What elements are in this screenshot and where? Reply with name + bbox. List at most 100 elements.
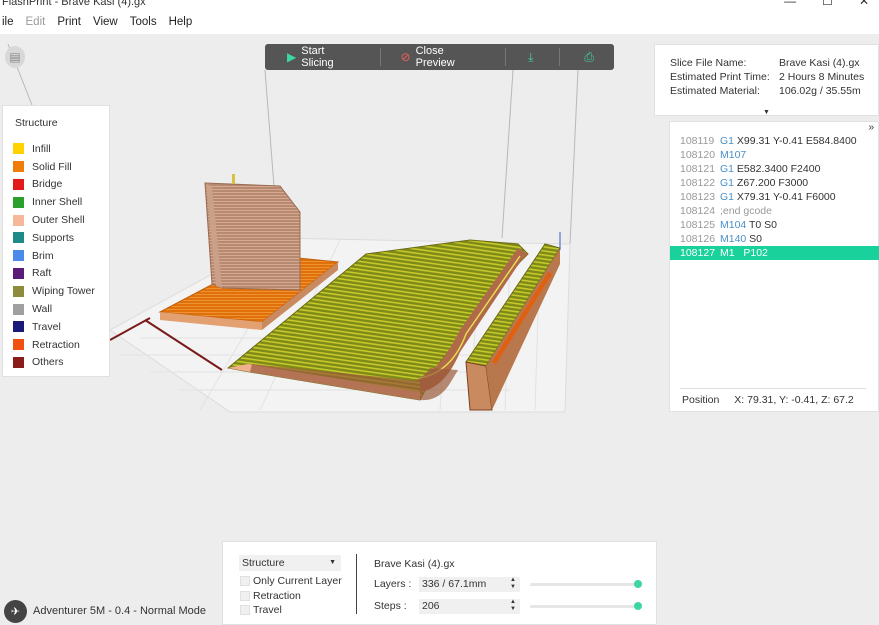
export-button[interactable]: ⤓ (506, 44, 559, 70)
layer-control-panel: Structure ▼ Only Current Layer Retractio… (222, 541, 657, 625)
legend-swatch (13, 303, 24, 315)
download-icon: ⤓ (528, 49, 534, 64)
gcode-args: Z67.200 F3000 (734, 177, 809, 189)
legend-label: Supports (32, 231, 75, 244)
gcode-args: E582.3400 F2400 (734, 163, 821, 175)
collapse-panel-icon[interactable]: » (868, 122, 874, 133)
gcode-line[interactable]: 108125 M104 T0 S0 (670, 218, 879, 232)
material-value: 106.02g / 35.55m (779, 85, 861, 97)
layers-value: 336 / 67.1mm (422, 578, 487, 590)
gcode-line-number: 108124 (680, 205, 716, 217)
send-to-printer-button[interactable]: ⎙ (560, 44, 614, 70)
gcode-line[interactable]: 108120 M107 (670, 148, 879, 162)
printer-icon: ⎙ (584, 49, 595, 64)
legend-label: Infill (32, 142, 51, 155)
gcode-args: P102 (734, 247, 768, 259)
gcode-list[interactable]: 108119 G1 X99.31 Y-0.41 E584.8400 108120 M1… (670, 134, 879, 260)
gcode-command: M140 (720, 233, 747, 245)
start-slicing-button[interactable]: ▶ Start Slicing (265, 44, 380, 70)
legend-label: Raft (32, 267, 52, 280)
gcode-args: X79.31 Y-0.41 F6000 (734, 191, 836, 203)
view-mode-value: Structure (242, 557, 285, 569)
legend-swatch (13, 214, 24, 226)
close-preview-button[interactable]: ⊘ Close Preview (381, 44, 506, 70)
position-value: X: 79.31, Y: -0.41, Z: 67.2 (734, 394, 854, 406)
machine-status[interactable]: ✈ Adventurer 5M - 0.4 - Normal Mode (4, 599, 206, 623)
window-title-bar: FlashPrint - Brave Kasi (4).gx — ☐ ✕ (0, 0, 879, 10)
document-icon[interactable]: ▤ (5, 46, 25, 68)
gcode-line[interactable]: 108127 M1 P102 (670, 246, 879, 260)
print-time-row: Estimated Print Time: 2 Hours 8 Minutes (670, 71, 864, 83)
steps-spinbox[interactable]: 206 ▲ ▼ (419, 599, 520, 614)
spin-arrows-icon[interactable]: ▲ ▼ (510, 599, 516, 613)
checkbox-box (240, 591, 250, 601)
gcode-line-number: 108123 (680, 191, 716, 203)
legend-item: Travel (13, 318, 95, 336)
steps-slider-handle[interactable] (634, 602, 642, 610)
preview-toolbar: ▶ Start Slicing ⊘ Close Preview ⤓ ⎙ (265, 44, 614, 70)
retraction-checkbox[interactable]: Retraction (240, 590, 301, 602)
only-current-layer-checkbox[interactable]: Only Current Layer (240, 575, 342, 587)
window-title: FlashPrint - Brave Kasi (4).gx (2, 0, 146, 8)
printer-nozzle-icon: ✈ (4, 599, 27, 623)
legend-label: Solid Fill (32, 160, 72, 173)
legend-item: Supports (13, 229, 95, 247)
gcode-args: T0 S0 (746, 219, 778, 231)
print-time-value: 2 Hours 8 Minutes (779, 71, 865, 83)
legend-swatch (13, 161, 24, 173)
legend-item: Wiping Tower (13, 282, 95, 300)
menu-view[interactable]: View (93, 16, 118, 28)
close-button[interactable]: ✕ (859, 0, 869, 8)
layers-slider[interactable] (530, 580, 642, 588)
travel-label: Travel (253, 604, 282, 616)
menu-tools[interactable]: Tools (130, 16, 157, 28)
layers-slider-handle[interactable] (634, 580, 642, 588)
position-divider (680, 388, 866, 389)
gcode-line[interactable]: 108124 ;end gcode (670, 204, 879, 218)
gcode-line[interactable]: 108126 M140 S0 (670, 232, 879, 246)
position-label: Position (682, 394, 720, 406)
menu-edit[interactable]: Edit (26, 16, 46, 28)
gcode-line-number: 108120 (680, 149, 716, 161)
menu-file[interactable]: ile (2, 16, 14, 28)
play-circle-icon: ▶ (287, 50, 297, 64)
legend-swatch (13, 267, 24, 279)
minimize-button[interactable]: — (784, 0, 796, 8)
machine-label: Adventurer 5M - 0.4 - Normal Mode (33, 605, 207, 617)
gcode-line[interactable]: 108121 G1 E582.3400 F2400 (670, 162, 879, 176)
legend-list: Infill Solid Fill Bridge Inner Shell Outer S… (13, 140, 95, 371)
legend-swatch (13, 339, 24, 351)
chevron-down-icon: ▼ (329, 559, 336, 566)
legend-item: Solid Fill (13, 158, 95, 176)
view-mode-select[interactable]: Structure ▼ (239, 555, 341, 571)
gcode-args: X99.31 Y-0.41 E584.8400 (734, 135, 857, 147)
gcode-command: M104 (720, 219, 747, 231)
layers-spinbox[interactable]: 336 / 67.1mm ▲ ▼ (419, 577, 520, 592)
close-preview-label: Close Preview (415, 45, 455, 69)
material-row: Estimated Material: 106.02g / 35.55m (670, 85, 861, 97)
menu-print[interactable]: Print (57, 16, 81, 28)
spin-arrows-icon[interactable]: ▲ ▼ (510, 577, 516, 591)
gcode-command: G1 (720, 177, 735, 189)
gcode-command: M107 (720, 149, 747, 161)
steps-label: Steps : (374, 600, 407, 612)
travel-checkbox[interactable]: Travel (240, 604, 282, 616)
gcode-line-number: 108127 (680, 247, 716, 259)
legend-swatch (13, 178, 24, 190)
gcode-line[interactable]: 108119 G1 X99.31 Y-0.41 E584.8400 (670, 134, 879, 148)
legend-swatch (13, 250, 24, 262)
menu-bar: ile Edit Print View Tools Help (0, 10, 879, 34)
maximize-button[interactable]: ☐ (822, 0, 833, 8)
structure-legend: Structure Infill Solid Fill Bridge Inner Sh… (2, 105, 110, 377)
model-file-name: Brave Kasi (4).gx (374, 558, 455, 570)
gcode-line[interactable]: 108122 G1 Z67.200 F3000 (670, 176, 879, 190)
menu-help[interactable]: Help (169, 16, 193, 28)
slice-file-label: Slice File Name: (670, 57, 747, 69)
collapse-arrow-icon[interactable]: ▼ (763, 109, 770, 116)
legend-item: Infill (13, 140, 95, 158)
material-label: Estimated Material: (670, 85, 760, 97)
gcode-command: M1 (720, 247, 735, 259)
steps-slider[interactable] (530, 602, 642, 610)
gcode-line[interactable]: 108123 G1 X79.31 Y-0.41 F6000 (670, 190, 879, 204)
gcode-panel: » 108119 G1 X99.31 Y-0.41 E584.8400 108120… (669, 121, 879, 412)
